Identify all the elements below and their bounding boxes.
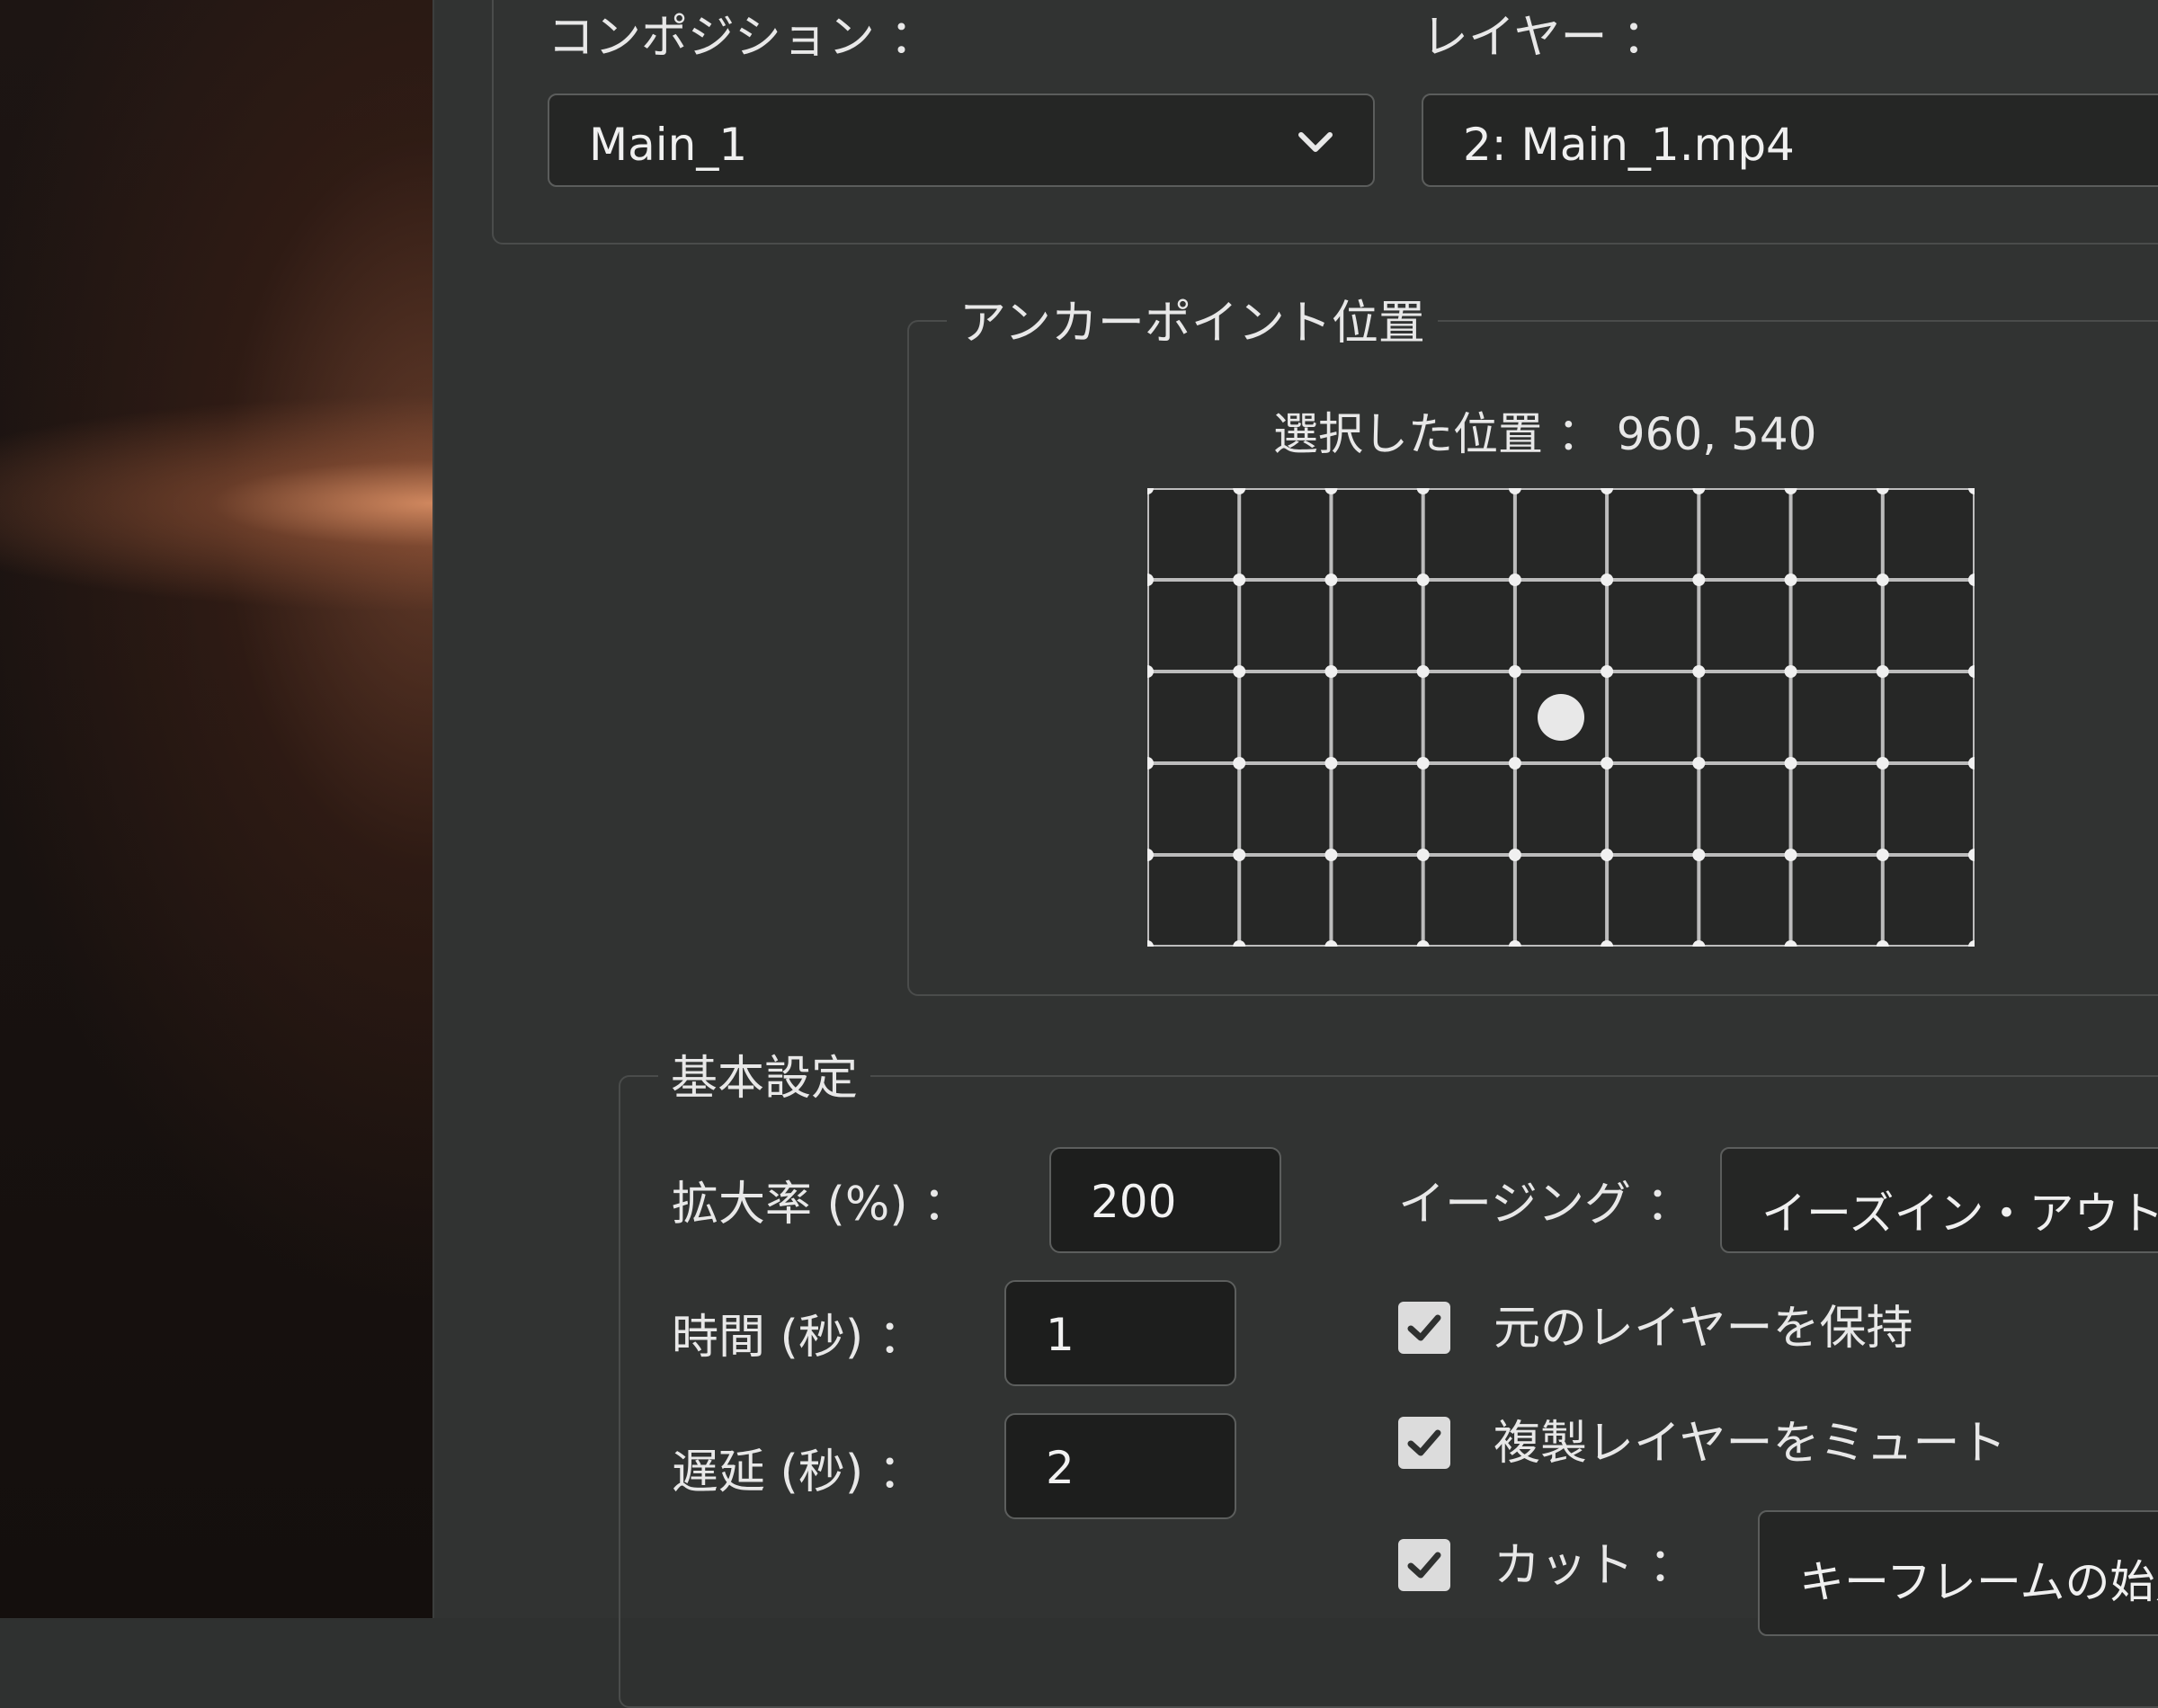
grid-node[interactable] [1233,574,1246,586]
grid-node[interactable] [1601,665,1614,678]
delay-label: 遅延 (秒) ： [672,1446,925,1499]
grid-node[interactable] [1784,574,1797,586]
grid-node[interactable] [1233,757,1246,769]
grid-node[interactable] [1416,574,1430,586]
grid-node[interactable] [1324,665,1338,678]
grid-node[interactable] [1876,849,1889,861]
keep-original-checkbox[interactable] [1398,1302,1450,1354]
layer-select[interactable]: 2: Main_1.mp4 [1422,93,2158,187]
grid-node[interactable] [1324,574,1338,586]
basic-settings-group-title: 基本設定 [658,1055,871,1102]
mute-duplicate-checkbox[interactable] [1398,1417,1450,1469]
check-icon [1407,1552,1441,1579]
grid-node[interactable] [1508,574,1521,586]
time-label: 時間 (秒) ： [672,1311,925,1365]
grid-node[interactable] [1324,849,1338,861]
composition-label: コンポジション ： [548,11,937,65]
grid-node[interactable] [1692,574,1706,586]
mute-duplicate-label: 複製レイヤーをミュート [1494,1417,2007,1471]
grid-node[interactable] [1876,757,1889,769]
grid-node[interactable] [1692,665,1706,678]
selected-position-readout: 選択した位置 ： 960, 540 [1273,408,1817,460]
grid-node[interactable] [1601,574,1614,586]
easing-label: イージング ： [1398,1178,1693,1232]
background-render-preview [0,0,434,1618]
grid-node[interactable] [1324,757,1338,769]
keep-original-label: 元のレイヤーを保持 [1494,1302,1913,1356]
composition-select[interactable]: Main_1 [548,93,1375,187]
selected-anchor-marker[interactable] [1538,694,1584,741]
easing-select[interactable]: イーズイン・アウト [1720,1147,2158,1253]
delay-input-value: 2 [1046,1442,1075,1494]
time-input-value: 1 [1046,1309,1075,1361]
anchor-grid-svg [1141,482,1981,953]
grid-node[interactable] [1692,757,1706,769]
grid-node[interactable] [1416,757,1430,769]
composition-select-value: Main_1 [589,119,748,171]
anchor-point-grid[interactable] [1141,482,1981,953]
cut-select-value: キーフレームの始点 [1799,1556,2158,1608]
scale-input-value: 200 [1091,1176,1177,1228]
grid-node[interactable] [1233,849,1246,861]
grid-node[interactable] [1508,665,1521,678]
anchor-point-group-title: アンカーポイント位置 [947,300,1438,347]
layer-select-value: 2: Main_1.mp4 [1463,119,1795,171]
cut-select[interactable]: キーフレームの始点 [1758,1510,2158,1636]
easing-select-value: イーズイン・アウト [1761,1188,2158,1240]
cut-label: カット ： [1494,1539,1696,1593]
grid-node[interactable] [1508,849,1521,861]
grid-node[interactable] [1601,757,1614,769]
scale-label: 拡大率 (%) ： [672,1178,970,1232]
check-icon [1407,1429,1441,1456]
grid-node[interactable] [1784,665,1797,678]
grid-node[interactable] [1416,849,1430,861]
grid-node[interactable] [1784,757,1797,769]
grid-node[interactable] [1876,665,1889,678]
grid-node[interactable] [1601,849,1614,861]
grid-node[interactable] [1416,665,1430,678]
delay-input[interactable]: 2 [1004,1413,1236,1519]
chevron-down-icon [1298,132,1333,152]
grid-node[interactable] [1784,849,1797,861]
time-input[interactable]: 1 [1004,1280,1236,1386]
grid-node[interactable] [1508,757,1521,769]
check-icon [1407,1314,1441,1341]
scale-input[interactable]: 200 [1049,1147,1281,1253]
grid-node[interactable] [1692,849,1706,861]
layer-label: レイヤー ： [1422,11,1669,65]
cut-checkbox[interactable] [1398,1539,1450,1591]
grid-node[interactable] [1233,665,1246,678]
grid-node[interactable] [1876,574,1889,586]
